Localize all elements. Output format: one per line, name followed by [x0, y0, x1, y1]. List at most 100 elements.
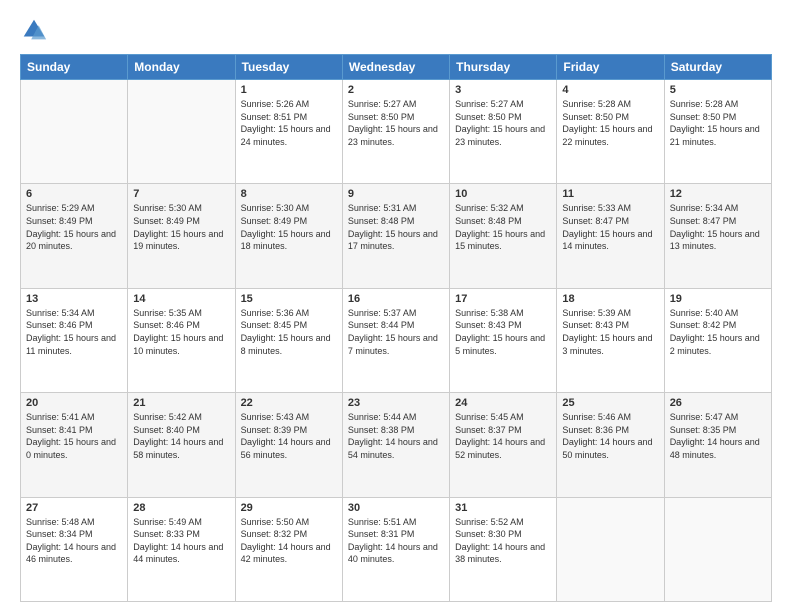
- day-info: Sunrise: 5:39 AMSunset: 8:43 PMDaylight:…: [562, 307, 658, 357]
- day-info: Sunrise: 5:27 AMSunset: 8:50 PMDaylight:…: [348, 98, 444, 148]
- day-info: Sunrise: 5:28 AMSunset: 8:50 PMDaylight:…: [562, 98, 658, 148]
- calendar-cell: 4 Sunrise: 5:28 AMSunset: 8:50 PMDaylight…: [557, 80, 664, 184]
- day-number: 18: [562, 293, 658, 305]
- day-number: 22: [241, 397, 337, 409]
- calendar-cell: 14 Sunrise: 5:35 AMSunset: 8:46 PMDayligh…: [128, 288, 235, 392]
- calendar-cell: 29Sunrise: 5:50 AMSunset: 8:32 PMDayligh…: [235, 497, 342, 601]
- calendar-cell: 5 Sunrise: 5:28 AMSunset: 8:50 PMDaylight…: [664, 80, 771, 184]
- day-number: 25: [562, 397, 658, 409]
- day-info: Sunrise: 5:29 AMSunset: 8:49 PMDaylight:…: [26, 202, 122, 252]
- day-number: 31: [455, 502, 551, 514]
- calendar-cell: 23Sunrise: 5:44 AMSunset: 8:38 PMDayligh…: [342, 393, 449, 497]
- calendar-day-header: Saturday: [664, 55, 771, 80]
- day-number: 8: [241, 188, 337, 200]
- calendar-cell: 2 Sunrise: 5:27 AMSunset: 8:50 PMDaylight…: [342, 80, 449, 184]
- calendar-cell: 10 Sunrise: 5:32 AMSunset: 8:48 PMDayligh…: [450, 184, 557, 288]
- day-info: Sunrise: 5:31 AMSunset: 8:48 PMDaylight:…: [348, 202, 444, 252]
- day-number: 4: [562, 84, 658, 96]
- day-info: Sunrise: 5:28 AMSunset: 8:50 PMDaylight:…: [670, 98, 766, 148]
- day-number: 16: [348, 293, 444, 305]
- calendar-day-header: Friday: [557, 55, 664, 80]
- page: SundayMondayTuesdayWednesdayThursdayFrid…: [0, 0, 792, 612]
- calendar-cell: 7 Sunrise: 5:30 AMSunset: 8:49 PMDaylight…: [128, 184, 235, 288]
- calendar-cell: 8Sunrise: 5:30 AMSunset: 8:49 PMDaylight…: [235, 184, 342, 288]
- calendar-cell: 1Sunrise: 5:26 AMSunset: 8:51 PMDaylight…: [235, 80, 342, 184]
- day-number: 3: [455, 84, 551, 96]
- calendar-week-row: 1Sunrise: 5:26 AMSunset: 8:51 PMDaylight…: [21, 80, 772, 184]
- day-info: Sunrise: 5:46 AMSunset: 8:36 PMDaylight:…: [562, 411, 658, 461]
- day-number: 26: [670, 397, 766, 409]
- day-number: 7: [133, 188, 229, 200]
- calendar-cell: 30Sunrise: 5:51 AMSunset: 8:31 PMDayligh…: [342, 497, 449, 601]
- day-info: Sunrise: 5:38 AMSunset: 8:43 PMDaylight:…: [455, 307, 551, 357]
- day-info: Sunrise: 5:40 AMSunset: 8:42 PMDaylight:…: [670, 307, 766, 357]
- day-number: 14: [133, 293, 229, 305]
- day-number: 10: [455, 188, 551, 200]
- day-number: 30: [348, 502, 444, 514]
- day-info: Sunrise: 5:43 AMSunset: 8:39 PMDaylight:…: [241, 411, 337, 461]
- calendar-table: SundayMondayTuesdayWednesdayThursdayFrid…: [20, 54, 772, 602]
- calendar-cell: 20 Sunrise: 5:41 AMSunset: 8:41 PMDayligh…: [21, 393, 128, 497]
- day-info: Sunrise: 5:42 AMSunset: 8:40 PMDaylight:…: [133, 411, 229, 461]
- calendar-day-header: Monday: [128, 55, 235, 80]
- day-number: 28: [133, 502, 229, 514]
- calendar-cell: 31Sunrise: 5:52 AMSunset: 8:30 PMDayligh…: [450, 497, 557, 601]
- calendar-cell: 25 Sunrise: 5:46 AMSunset: 8:36 PMDayligh…: [557, 393, 664, 497]
- day-info: Sunrise: 5:36 AMSunset: 8:45 PMDaylight:…: [241, 307, 337, 357]
- calendar-header-row: SundayMondayTuesdayWednesdayThursdayFrid…: [21, 55, 772, 80]
- day-number: 17: [455, 293, 551, 305]
- calendar-cell: 26 Sunrise: 5:47 AMSunset: 8:35 PMDayligh…: [664, 393, 771, 497]
- calendar-cell: 27 Sunrise: 5:48 AMSunset: 8:34 PMDayligh…: [21, 497, 128, 601]
- day-number: 19: [670, 293, 766, 305]
- logo-icon: [20, 16, 48, 44]
- day-info: Sunrise: 5:27 AMSunset: 8:50 PMDaylight:…: [455, 98, 551, 148]
- day-number: 12: [670, 188, 766, 200]
- day-info: Sunrise: 5:44 AMSunset: 8:38 PMDaylight:…: [348, 411, 444, 461]
- logo: [20, 16, 52, 44]
- calendar-cell: 22 Sunrise: 5:43 AMSunset: 8:39 PMDayligh…: [235, 393, 342, 497]
- day-info: Sunrise: 5:50 AMSunset: 8:32 PMDaylight:…: [241, 516, 337, 566]
- day-info: Sunrise: 5:32 AMSunset: 8:48 PMDaylight:…: [455, 202, 551, 252]
- day-number: 27: [26, 502, 122, 514]
- day-number: 21: [133, 397, 229, 409]
- calendar-cell: 9Sunrise: 5:31 AMSunset: 8:48 PMDaylight…: [342, 184, 449, 288]
- day-number: 2: [348, 84, 444, 96]
- calendar-cell: 6 Sunrise: 5:29 AMSunset: 8:49 PMDaylight…: [21, 184, 128, 288]
- day-number: 20: [26, 397, 122, 409]
- calendar-cell: [128, 80, 235, 184]
- day-number: 13: [26, 293, 122, 305]
- day-info: Sunrise: 5:45 AMSunset: 8:37 PMDaylight:…: [455, 411, 551, 461]
- calendar-cell: 11 Sunrise: 5:33 AMSunset: 8:47 PMDayligh…: [557, 184, 664, 288]
- calendar-cell: 15 Sunrise: 5:36 AMSunset: 8:45 PMDayligh…: [235, 288, 342, 392]
- header: [20, 16, 772, 44]
- day-number: 1: [241, 84, 337, 96]
- calendar-week-row: 20 Sunrise: 5:41 AMSunset: 8:41 PMDayligh…: [21, 393, 772, 497]
- calendar-cell: 12 Sunrise: 5:34 AMSunset: 8:47 PMDayligh…: [664, 184, 771, 288]
- calendar-day-header: Tuesday: [235, 55, 342, 80]
- day-number: 15: [241, 293, 337, 305]
- calendar-cell: 16 Sunrise: 5:37 AMSunset: 8:44 PMDayligh…: [342, 288, 449, 392]
- day-info: Sunrise: 5:35 AMSunset: 8:46 PMDaylight:…: [133, 307, 229, 357]
- day-info: Sunrise: 5:37 AMSunset: 8:44 PMDaylight:…: [348, 307, 444, 357]
- calendar-cell: 17 Sunrise: 5:38 AMSunset: 8:43 PMDayligh…: [450, 288, 557, 392]
- calendar-cell: 13 Sunrise: 5:34 AMSunset: 8:46 PMDayligh…: [21, 288, 128, 392]
- day-info: Sunrise: 5:30 AMSunset: 8:49 PMDaylight:…: [133, 202, 229, 252]
- calendar-cell: 3 Sunrise: 5:27 AMSunset: 8:50 PMDaylight…: [450, 80, 557, 184]
- day-info: Sunrise: 5:47 AMSunset: 8:35 PMDaylight:…: [670, 411, 766, 461]
- day-info: Sunrise: 5:41 AMSunset: 8:41 PMDaylight:…: [26, 411, 122, 461]
- calendar-cell: 24Sunrise: 5:45 AMSunset: 8:37 PMDayligh…: [450, 393, 557, 497]
- calendar-cell: 18 Sunrise: 5:39 AMSunset: 8:43 PMDayligh…: [557, 288, 664, 392]
- day-info: Sunrise: 5:33 AMSunset: 8:47 PMDaylight:…: [562, 202, 658, 252]
- day-info: Sunrise: 5:49 AMSunset: 8:33 PMDaylight:…: [133, 516, 229, 566]
- day-number: 11: [562, 188, 658, 200]
- day-number: 5: [670, 84, 766, 96]
- calendar-cell: 28 Sunrise: 5:49 AMSunset: 8:33 PMDayligh…: [128, 497, 235, 601]
- day-info: Sunrise: 5:48 AMSunset: 8:34 PMDaylight:…: [26, 516, 122, 566]
- calendar-cell: 19 Sunrise: 5:40 AMSunset: 8:42 PMDayligh…: [664, 288, 771, 392]
- calendar-cell: [21, 80, 128, 184]
- day-info: Sunrise: 5:34 AMSunset: 8:47 PMDaylight:…: [670, 202, 766, 252]
- calendar-cell: [664, 497, 771, 601]
- day-number: 6: [26, 188, 122, 200]
- day-info: Sunrise: 5:34 AMSunset: 8:46 PMDaylight:…: [26, 307, 122, 357]
- calendar-day-header: Wednesday: [342, 55, 449, 80]
